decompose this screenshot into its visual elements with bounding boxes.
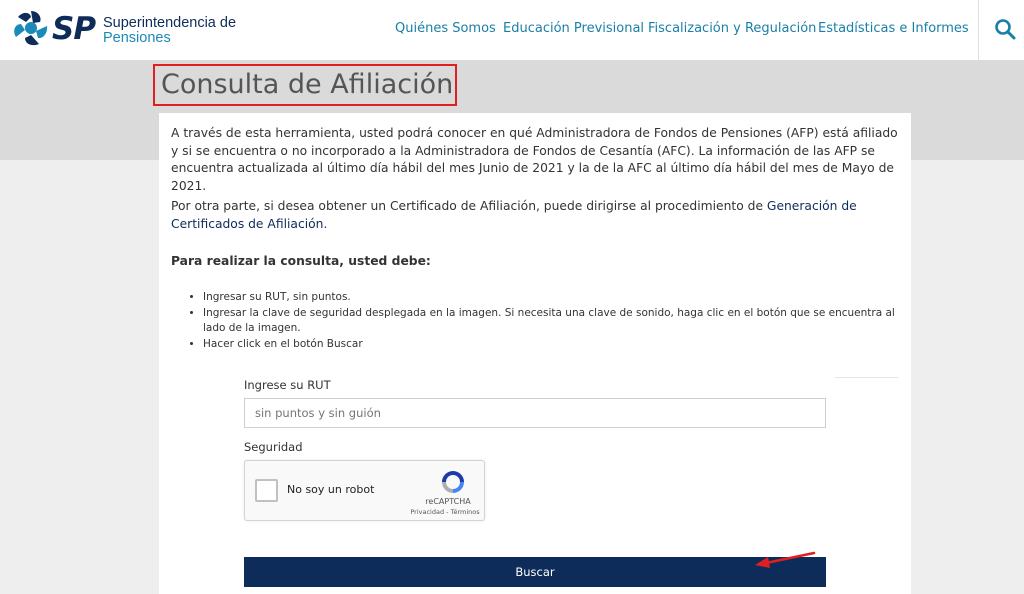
annotation-arrow-icon: [755, 551, 816, 568]
list-item: Ingresar la clave de seguridad desplegad…: [203, 306, 901, 337]
logo-name-line1: Superintendencia de: [103, 15, 237, 31]
rut-label: Ingrese su RUT: [244, 378, 331, 392]
content-card: A través de esta herramienta, usted podr…: [159, 113, 911, 594]
search-icon: [995, 19, 1016, 40]
certificate-paragraph-text: Por otra parte, si desea obtener un Cert…: [171, 199, 767, 213]
header-divider: [978, 0, 979, 61]
nav-estadisticas-informes[interactable]: Estadísticas e Informes: [818, 20, 969, 38]
list-item: Ingresar su RUT, sin puntos.: [203, 290, 901, 306]
pinwheel-logo-icon: [14, 11, 48, 46]
logo-name-line2: Pensiones: [103, 30, 171, 46]
nav-quienes-somos[interactable]: Quiénes Somos: [395, 20, 496, 38]
instructions-list: Ingresar su RUT, sin puntos. Ingresar la…: [189, 290, 901, 353]
recaptcha-widget: No soy un robot reCAPTCHA Privacidad - T…: [244, 460, 485, 521]
security-label: Seguridad: [244, 440, 303, 454]
certificate-paragraph: Por otra parte, si desea obtener un Cert…: [171, 198, 901, 233]
recaptcha-icon: [442, 471, 464, 493]
recaptcha-label: No soy un robot: [287, 483, 375, 496]
certificate-paragraph-end: .: [323, 216, 328, 231]
search-button[interactable]: [992, 16, 1018, 42]
logo-sp-text: SP: [52, 11, 96, 47]
site-header: SP Superintendencia de Pensiones Quiénes…: [0, 0, 1024, 61]
nav-educacion-previsional[interactable]: Educación Previsional: [503, 20, 644, 38]
rut-input[interactable]: [244, 398, 826, 428]
buscar-button[interactable]: Buscar: [244, 557, 826, 587]
recaptcha-terms-link[interactable]: Privacidad - Términos: [405, 508, 485, 516]
site-logo[interactable]: SP Superintendencia de Pensiones: [12, 9, 242, 49]
page-title: Consulta de Afiliación: [153, 64, 457, 106]
instructions-title: Para realizar la consulta, usted debe:: [171, 254, 431, 268]
intro-paragraph: A través de esta herramienta, usted podr…: [171, 126, 898, 193]
list-item: Hacer click en el botón Buscar: [203, 337, 901, 353]
section-divider: [835, 377, 898, 378]
recaptcha-checkbox[interactable]: [255, 479, 278, 502]
recaptcha-brand: reCAPTCHA: [425, 497, 471, 506]
nav-fiscalizacion-regulacion[interactable]: Fiscalización y Regulación: [648, 20, 816, 38]
